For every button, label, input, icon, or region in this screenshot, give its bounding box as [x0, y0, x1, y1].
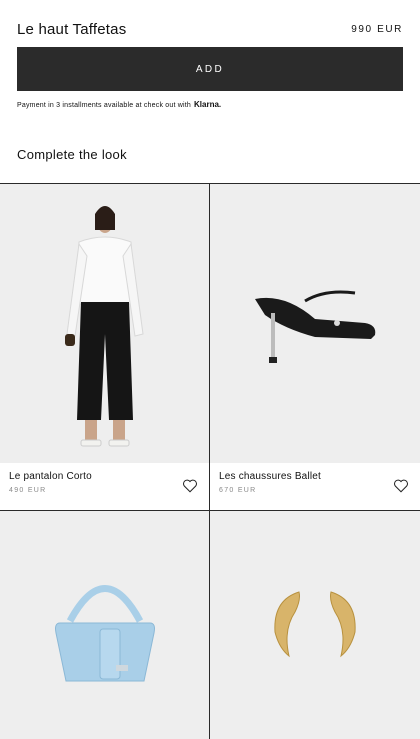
- product-card-ballet[interactable]: Les chaussures Ballet 670 EUR: [210, 184, 420, 510]
- product-image-ballet[interactable]: [210, 184, 420, 463]
- product-card-corto[interactable]: Le pantalon Corto 490 EUR: [0, 184, 209, 510]
- klarna-logo: Klarna.: [194, 100, 222, 109]
- shoe-image: [255, 290, 376, 363]
- product-info-corto: Le pantalon Corto 490 EUR: [9, 471, 92, 494]
- product-title: Le haut Taffetas: [17, 20, 127, 38]
- product-price-small: 670 EUR: [219, 487, 257, 494]
- payment-info: Payment in 3 installments available at c…: [17, 100, 221, 109]
- product-card-earrings[interactable]: [210, 511, 420, 739]
- product-image-bag[interactable]: [0, 511, 209, 739]
- earrings-image: [274, 590, 356, 657]
- bag-image: [54, 584, 155, 681]
- product-price-small: 490 EUR: [9, 487, 47, 494]
- product-header: Le haut Taffetas 990 EUR: [17, 18, 403, 40]
- product-image-corto[interactable]: [0, 184, 209, 463]
- add-to-cart-button[interactable]: ADD: [17, 47, 403, 91]
- product-grid: Le pantalon Corto 490 EUR Les chaussures…: [0, 183, 420, 739]
- payment-text: Payment in 3 installments available at c…: [17, 102, 192, 109]
- heart-icon[interactable]: [393, 479, 409, 493]
- model-image: [64, 205, 144, 446]
- product-name[interactable]: Le pantalon Corto: [9, 471, 92, 482]
- product-image-earrings[interactable]: [210, 511, 420, 739]
- heart-icon[interactable]: [182, 479, 198, 493]
- product-card-bag[interactable]: [0, 511, 209, 739]
- product-name[interactable]: Les chaussures Ballet: [219, 471, 321, 482]
- product-info-ballet: Les chaussures Ballet 670 EUR: [219, 471, 321, 494]
- product-price: 990 EUR: [351, 23, 403, 35]
- complete-look-heading: Complete the look: [17, 147, 127, 162]
